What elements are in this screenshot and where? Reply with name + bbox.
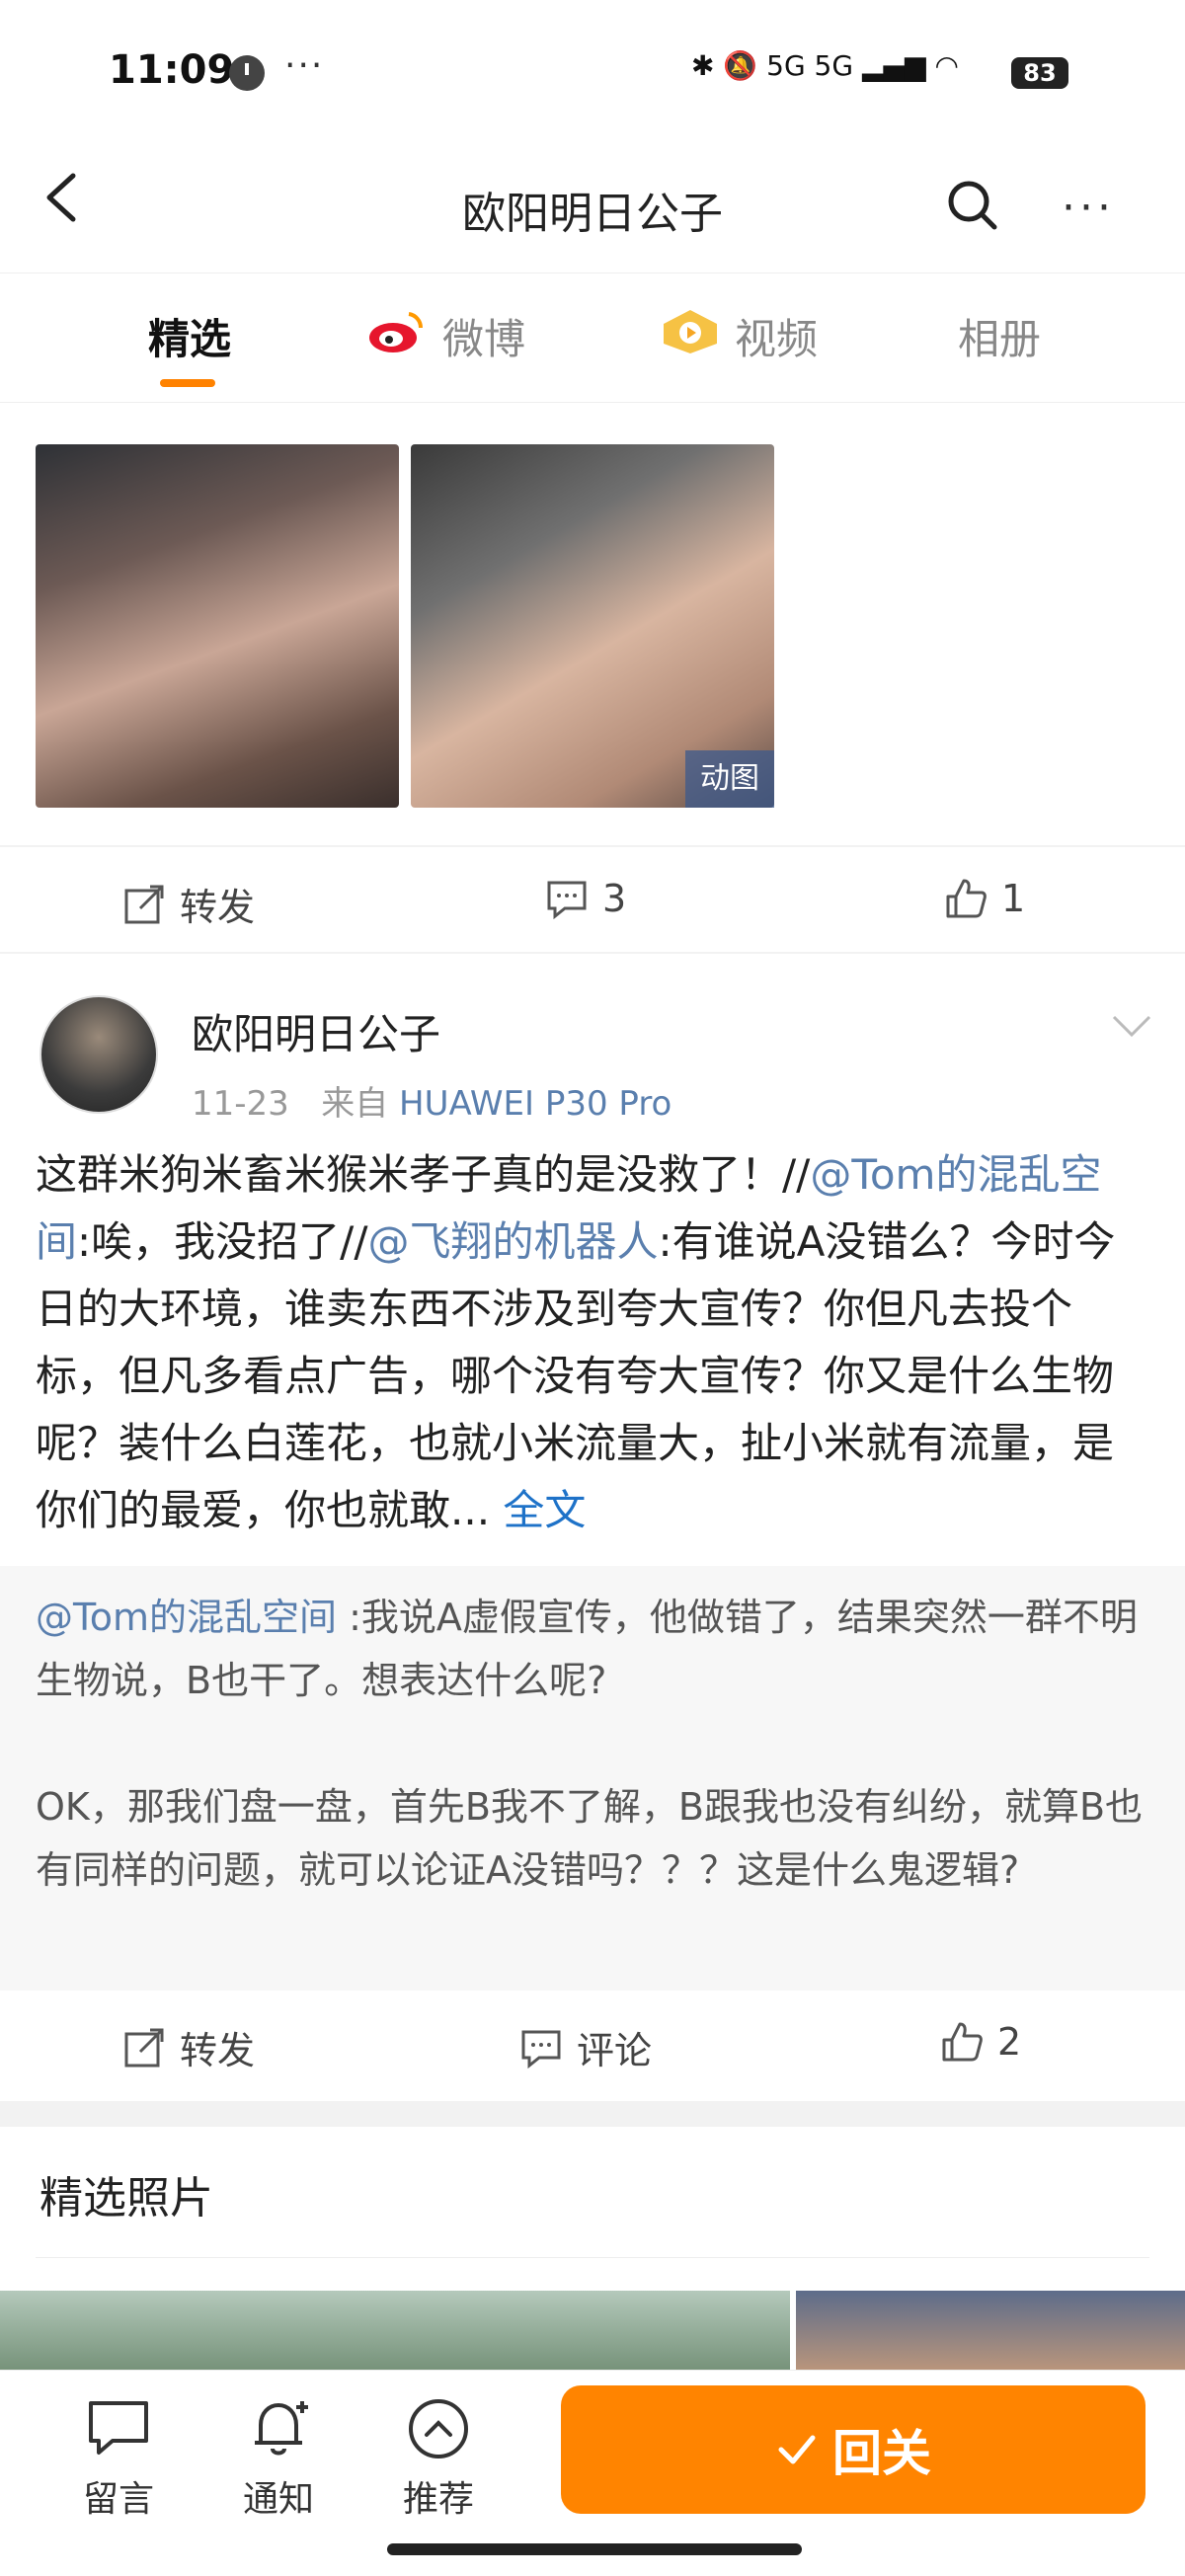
chevron-down-icon[interactable] — [1110, 1011, 1153, 1041]
notify-label: 通知 — [242, 2479, 314, 2520]
notify-button[interactable]: 通知 — [209, 2393, 348, 2522]
like-button[interactable]: 2 — [940, 2020, 1021, 2064]
tab-featured[interactable]: 精选 — [148, 306, 231, 366]
page-title: 欧阳明日公子 — [462, 189, 723, 239]
message-label: 留言 — [82, 2479, 154, 2520]
clock-icon — [229, 55, 265, 91]
post-actions: 转发 评论 2 — [0, 1991, 1185, 2099]
like-count: 2 — [997, 2020, 1022, 2064]
repost-icon — [124, 885, 164, 923]
comment-button[interactable]: 3 — [545, 877, 626, 920]
comment-icon — [521, 2030, 561, 2069]
recommend-icon — [409, 2399, 468, 2459]
repost-label: 转发 — [180, 2029, 256, 2072]
post-date: 11-23 — [192, 1084, 289, 1124]
status-icons: ✱ 🔕 5G 5G ▂▄▆ ◠ — [691, 49, 959, 82]
search-icon[interactable] — [943, 176, 1002, 235]
post-text: 这群米狗米畜米猴米孝子真的是没救了！//@Tom的混乱空间:唉，我没招了//@飞… — [36, 1150, 1116, 1534]
home-indicator[interactable] — [387, 2543, 802, 2555]
repost-icon — [124, 2028, 164, 2067]
tab-album[interactable]: 相册 — [958, 306, 1041, 366]
weibo-icon — [369, 312, 424, 352]
mention-link[interactable]: @Tom的混乱空间 — [36, 1596, 337, 1639]
follow-back-button[interactable]: 回关 — [561, 2385, 1146, 2514]
tab-video[interactable]: 视频 — [735, 306, 818, 366]
repost-button[interactable]: 转发 — [122, 2020, 255, 2074]
bell-plus-icon — [255, 2401, 308, 2456]
post-author[interactable]: 欧阳明日公子 — [192, 1001, 440, 1061]
section-divider — [0, 2101, 1185, 2127]
recommend-label: 推荐 — [402, 2479, 474, 2520]
battery-indicator: 83 — [1011, 57, 1068, 89]
repost-label: 转发 — [180, 886, 256, 929]
mention-link[interactable]: @飞翔的机器人 — [367, 1217, 658, 1266]
divider — [0, 952, 1185, 954]
back-arrow-icon[interactable] — [36, 168, 95, 227]
repost-button[interactable]: 转发 — [122, 877, 255, 931]
comment-label: 评论 — [577, 2029, 653, 2072]
active-tab-indicator — [160, 379, 215, 387]
featured-photos-title: 精选照片 — [40, 2173, 213, 2224]
expand-full-text-link[interactable]: 全文 — [503, 1486, 586, 1534]
post-actions: 转发 3 1 — [0, 847, 1185, 956]
tab-weibo[interactable]: 微博 — [442, 306, 525, 366]
avatar[interactable] — [40, 995, 158, 1114]
like-icon — [946, 879, 987, 918]
comment-button[interactable]: 评论 — [519, 2020, 652, 2074]
follow-back-label: 回关 — [832, 2425, 931, 2482]
quoted-post-text: @Tom的混乱空间 :我说A虚假宣传，他做错了，结果突然一群不明生物说，B也干了… — [36, 1596, 1144, 1892]
divider — [36, 2257, 1149, 2258]
like-count: 1 — [1001, 877, 1026, 920]
source-prefix: 来自 — [321, 1084, 389, 1124]
like-icon — [942, 2022, 983, 2062]
status-more-icon: ··· — [284, 45, 325, 86]
comment-count: 3 — [602, 877, 627, 920]
post-meta: 11-23 来自 HUAWEI P30 Pro — [192, 1076, 672, 1125]
recommend-button[interactable]: 推荐 — [369, 2393, 508, 2522]
check-icon — [778, 2435, 816, 2464]
more-options-icon[interactable]: ··· — [1062, 183, 1115, 233]
gif-badge: 动图 — [685, 750, 774, 808]
video-icon — [664, 310, 717, 353]
like-button[interactable]: 1 — [944, 877, 1025, 920]
post-device[interactable]: HUAWEI P30 Pro — [399, 1084, 672, 1124]
comment-icon — [547, 881, 587, 920]
status-time: 11:09 — [109, 47, 235, 93]
message-icon — [89, 2401, 148, 2455]
message-button[interactable]: 留言 — [49, 2393, 188, 2522]
post-photo[interactable] — [36, 444, 399, 808]
